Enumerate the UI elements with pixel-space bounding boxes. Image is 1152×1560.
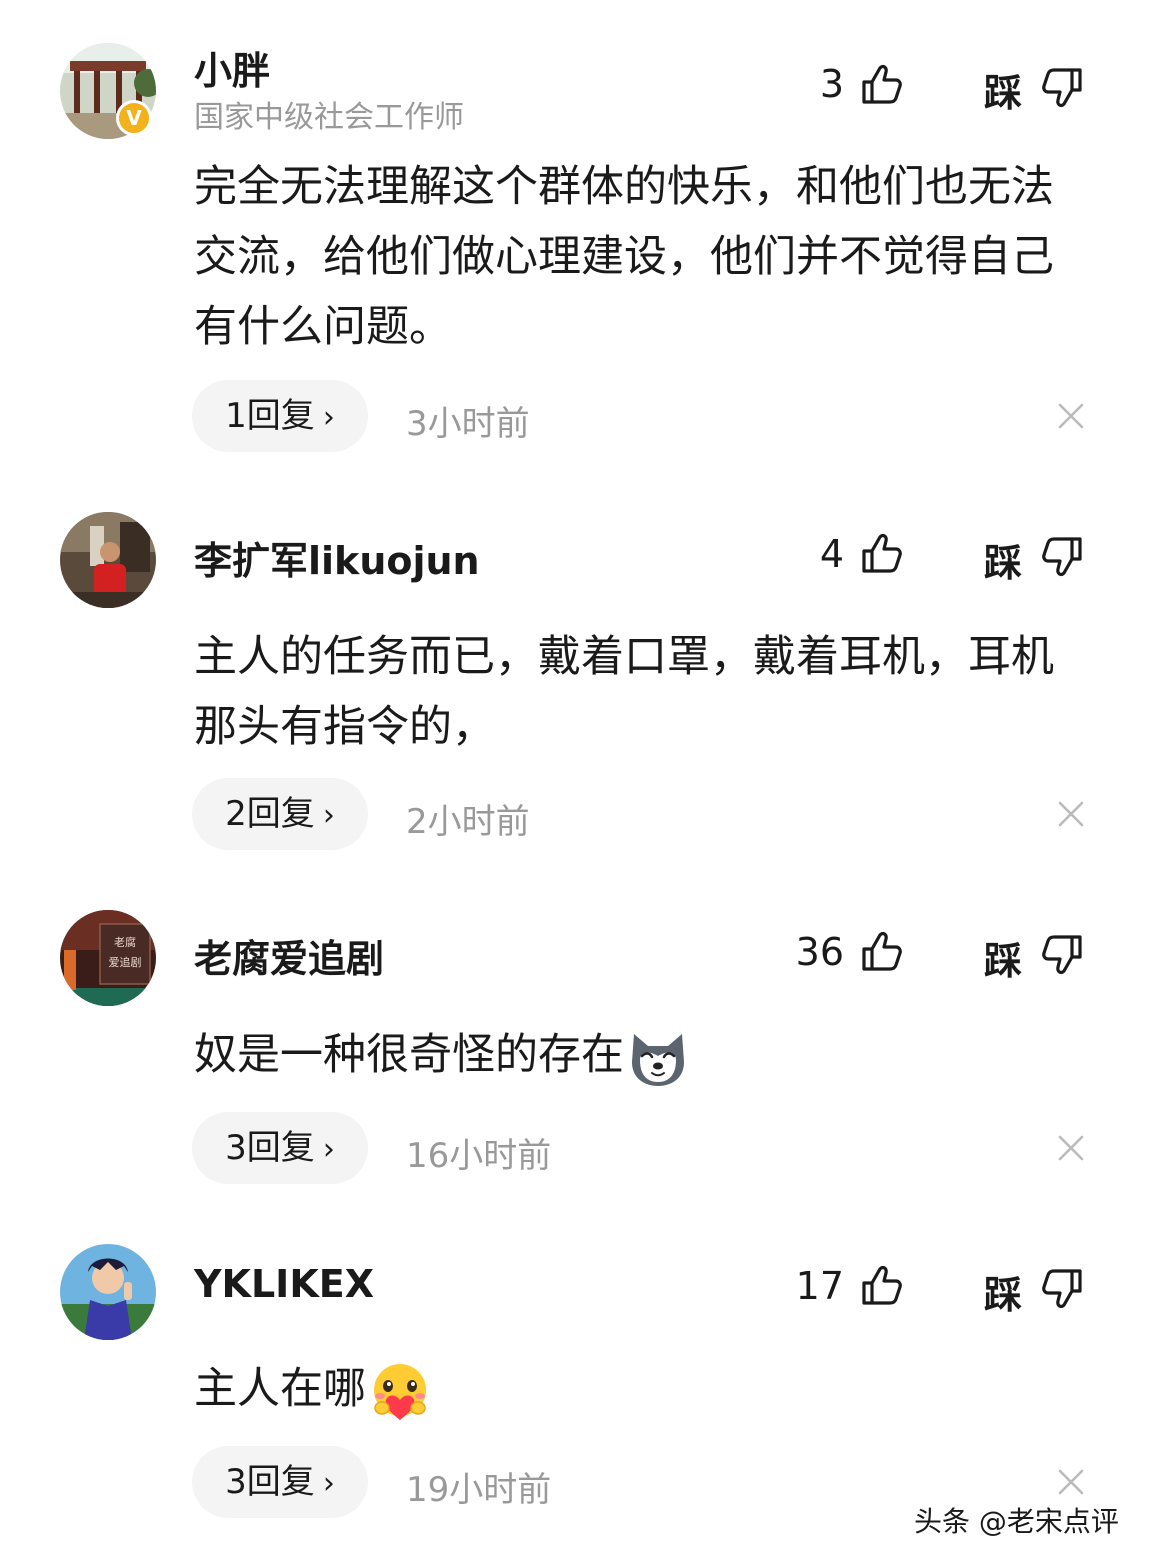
username[interactable]: YKLIKEX xyxy=(194,1262,374,1306)
timestamp: 19小时前 xyxy=(406,1470,552,1510)
chevron-right-icon: › xyxy=(322,1466,335,1501)
replies-label: 1回复 xyxy=(225,396,315,436)
thumbs-up-icon[interactable] xyxy=(860,531,904,575)
avatar[interactable] xyxy=(60,512,156,608)
thumbs-up-icon[interactable] xyxy=(860,1263,904,1307)
thumbs-down-icon[interactable] xyxy=(1040,1267,1084,1311)
timestamp: 3小时前 xyxy=(406,404,530,444)
verified-badge-icon: V xyxy=(116,100,152,136)
chevron-right-icon: › xyxy=(322,400,335,435)
comment-text: 奴是一种很奇怪的存在 xyxy=(194,1030,624,1080)
like-count: 17 xyxy=(795,1264,844,1308)
avatar-text: 老腐 xyxy=(114,935,136,949)
timestamp: 16小时前 xyxy=(406,1136,552,1176)
username[interactable]: 老腐爱追剧 xyxy=(194,928,384,983)
close-icon[interactable] xyxy=(1056,401,1086,431)
comment-text: 主人的任务而已，戴着口罩，戴着耳机，耳机那头有指令的， xyxy=(194,632,1054,752)
like-count: 36 xyxy=(795,930,844,974)
comment-body: 主人在哪 xyxy=(194,1354,1074,1424)
username[interactable]: 小胖 xyxy=(194,40,270,95)
thumbs-up-icon[interactable] xyxy=(860,62,904,106)
love-heart-emoji-icon xyxy=(374,1363,426,1420)
dislike-button[interactable]: 踩 xyxy=(984,62,1022,117)
replies-button[interactable]: 2回复 › xyxy=(192,778,368,850)
dislike-button[interactable]: 踩 xyxy=(984,1264,1022,1319)
replies-button[interactable]: 3回复 › xyxy=(192,1446,368,1518)
comment-text: 完全无法理解这个群体的快乐，和他们也无法交流，给他们做心理建设，他们并不觉得自己… xyxy=(194,162,1054,352)
watermark: 头条 @老宋点评 xyxy=(914,1505,1119,1538)
dislike-button[interactable]: 踩 xyxy=(984,532,1022,587)
replies-button[interactable]: 3回复 › xyxy=(192,1112,368,1184)
replies-label: 3回复 xyxy=(225,1462,315,1502)
comment-body: 奴是一种很奇怪的存在 xyxy=(194,1020,1074,1090)
username[interactable]: 李扩军likuojun xyxy=(194,530,480,585)
comment-text: 主人在哪 xyxy=(194,1364,366,1414)
close-icon[interactable] xyxy=(1056,799,1086,829)
thumbs-down-icon[interactable] xyxy=(1040,933,1084,977)
avatar-text: 爱追剧 xyxy=(109,955,142,969)
husky-emoji-icon xyxy=(632,1033,684,1086)
like-count: 4 xyxy=(819,532,844,576)
replies-button[interactable]: 1回复 › xyxy=(192,380,368,452)
timestamp: 2小时前 xyxy=(406,802,530,842)
thumbs-up-icon[interactable] xyxy=(860,929,904,973)
user-title: 国家中级社会工作师 xyxy=(194,100,464,135)
dislike-button[interactable]: 踩 xyxy=(984,930,1022,985)
chevron-right-icon: › xyxy=(322,1132,335,1167)
avatar[interactable] xyxy=(60,1244,156,1340)
like-count: 3 xyxy=(819,62,844,106)
close-icon[interactable] xyxy=(1056,1467,1086,1497)
replies-label: 2回复 xyxy=(225,794,315,834)
thumbs-down-icon[interactable] xyxy=(1040,535,1084,579)
close-icon[interactable] xyxy=(1056,1133,1086,1163)
avatar[interactable]: 老腐 爱追剧 xyxy=(60,910,156,1006)
chevron-right-icon: › xyxy=(322,798,335,833)
replies-label: 3回复 xyxy=(225,1128,315,1168)
thumbs-down-icon[interactable] xyxy=(1040,66,1084,110)
